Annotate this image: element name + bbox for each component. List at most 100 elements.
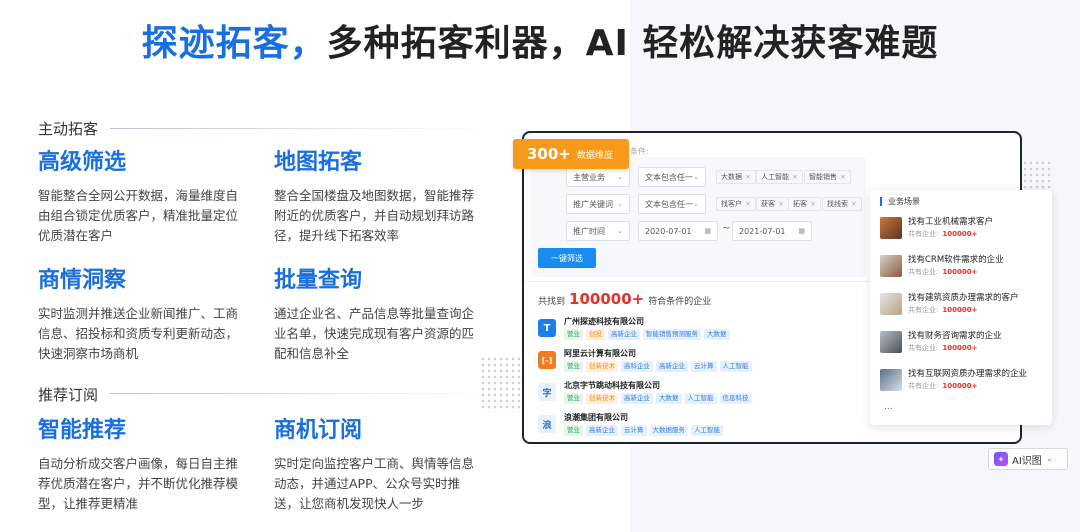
scenario-item-title: 找有工业机械需求客户 [908,217,994,227]
filter-tag[interactable]: 拓客 × [788,197,821,211]
scenario-item-title: 找有建筑资质办理需求的客户 [908,293,1019,303]
filter-tag[interactable]: 找客户 × [716,197,756,211]
company-logo: T [538,319,556,337]
scenario-item-title: 找有CRM软件需求的企业 [908,255,1004,265]
scenario-thumbnail [880,293,902,315]
scenario-item-sub: 共有企业: 100000+ [908,344,978,352]
scenario-item-sub: 共有企业: 100000+ [908,268,978,276]
feature-title: 智能推荐 [38,418,127,443]
filter-tag[interactable]: 智能销售 × [804,170,851,184]
company-tag: 营业 [564,425,583,436]
feature-insight: 商情洞察 实时监测并推送企业新闻推广、工商信息、招投标和资质专利更新动态，快速洞… [38,266,238,364]
feature-title: 批量查询 [274,268,363,293]
filter-tag[interactable]: 人工智能 × [756,170,803,184]
company-name: 广州探迹科技有限公司 [564,317,644,326]
operator-select[interactable]: 文本包含任一 ⌄ [638,194,706,214]
scenario-thumbnail [880,255,902,277]
dots-decoration [480,356,522,412]
company-tag: 营业 [564,329,583,340]
scenario-item[interactable]: 找有建筑资质办理需求的客户 共有企业: 100000+ [880,291,1048,321]
field-select[interactable]: 推广关键词 ⌄ [566,194,630,214]
company-tag: 人工智能 [691,425,723,436]
company-row[interactable]: T 广州探迹科技有限公司 营业 创投 高新企业 智能销售预测服务 大数据 [538,316,868,346]
company-row[interactable]: [-] 阿里云计算有限公司 营业 创新技术 高科企业 高新企业 云计算 人工智能 [538,348,868,378]
section-divider [110,128,490,129]
scenario-item-sub: 共有企业: 100000+ [908,230,978,238]
feature-desc: 智能整合全网公开数据，海量维度自由组合锁定优质客户，精准批量定位优质潜在客户 [38,188,239,243]
company-tag: 云计算 [691,361,717,372]
company-name: 阿里云计算有限公司 [564,349,636,358]
company-tag: 高新企业 [621,393,653,404]
company-tag: 营业 [564,361,583,372]
filter-tag[interactable]: 找线索 × [822,197,862,211]
company-tag: 营业 [564,393,583,404]
feature-batch-query: 批量查询 通过企业名、产品信息等批量查询企业名单，快速完成现有客户资源的匹配和信… [274,266,474,364]
feature-desc: 实时定向监控客户工商、舆情等信息动态，并通过APP、公众号实时推送，让您商机发现… [274,456,475,511]
scenario-more[interactable]: ... [884,402,893,412]
feature-desc: 实时监测并推送企业新闻推广、工商信息、招投标和资质专利更新动态，快速洞察市场商机 [38,306,239,361]
company-tag: 云计算 [621,425,647,436]
scenario-thumbnail [880,369,902,391]
filter-tag[interactable]: 大数据 × [716,170,756,184]
feature-smart-recommend: 智能推荐 自动分析成交客户画像，每日自主推荐优质潜在客户，并不断优化推荐模型，让… [38,416,238,514]
ai-icon: ✦ [994,452,1008,466]
company-tag: 高新企业 [608,329,640,340]
company-tag: 创投 [586,329,605,340]
date-from-input[interactable]: 2020-07-01 ▦ [638,221,718,241]
scenario-item-title: 找有财务咨询需求的企业 [908,331,1002,341]
scenario-item-sub: 共有企业: 100000+ [908,382,978,390]
company-tag: 高新企业 [586,425,618,436]
section-divider [110,393,490,394]
company-tag: 大数据服务 [649,425,688,436]
company-tag: 高新企业 [656,361,688,372]
scenario-title: 业务场景 [880,197,920,206]
section-title-active: 主动拓客 [38,120,99,138]
chevron-down-icon: ⌄ [1045,454,1054,464]
company-row[interactable]: 字 北京字节跳动科技有限公司 营业 创新技术 高新企业 大数据 人工智能 信息科… [538,380,868,410]
scenario-item[interactable]: 找有工业机械需求客户 共有企业: 100000+ [880,215,1048,245]
feature-title: 地图拓客 [274,150,363,175]
company-tag: 创新技术 [586,361,618,372]
field-select[interactable]: 主营业务 ⌄ [566,167,630,187]
feature-map: 地图拓客 整合全国楼盘及地图数据，智能推荐附近的优质客户，并自动规划拜访路径，提… [274,148,474,246]
section-title-recommend: 推荐订阅 [38,386,99,404]
scenario-thumbnail [880,217,902,239]
feature-title: 高级筛选 [38,150,127,175]
feature-subscription: 商机订阅 实时定向监控客户工商、舆情等信息动态，并通过APP、公众号实时推送，让… [274,416,474,514]
operator-select[interactable]: 文本包含任一 ⌄ [638,167,706,187]
company-tag: 人工智能 [719,361,752,372]
filter-tag[interactable]: 获客 × [756,197,789,211]
scenario-thumbnail [880,331,902,353]
company-tag: 智能销售预测服务 [643,329,701,340]
scenario-item[interactable]: 找有互联网资质办理需求的企业 共有企业: 100000+ [880,367,1048,397]
company-logo: 浪 [538,415,556,433]
scenario-item[interactable]: 找有财务咨询需求的企业 共有企业: 100000+ [880,329,1048,359]
ai-button-label: AI识图 [1012,455,1042,467]
company-tag: 大数据 [656,393,682,404]
company-tag: 高科企业 [621,361,653,372]
feature-title: 商机订阅 [274,418,363,443]
result-count: 共找到 100000+ 符合条件的企业 [538,290,712,308]
company-name: 浪潮集团有限公司 [564,413,628,422]
company-logo: 字 [538,383,556,401]
feature-desc: 整合全国楼盘及地图数据，智能推荐附近的优质客户，并自动规划拜访路径，提升线下拓客… [274,188,475,243]
scenario-item-sub: 共有企业: 100000+ [908,306,978,314]
company-logo: [-] [538,351,556,369]
company-name: 北京字节跳动科技有限公司 [564,381,660,390]
date-to-input[interactable]: 2021-07-01 ▦ [732,221,812,241]
company-tag: 创新技术 [586,393,618,404]
business-scenario-panel: 业务场景 找有工业机械需求客户 共有企业: 100000+ 找有CRM软件需求的企… [870,190,1052,425]
ai-image-recognition-button[interactable]: ✦ AI识图 ⌄ [988,448,1068,470]
field-select[interactable]: 推广时间 ⌄ [566,221,630,241]
dots-decoration [1022,160,1052,190]
company-tag: 人工智能 [684,393,717,404]
company-row[interactable]: 浪 浪潮集团有限公司 营业 高新企业 云计算 大数据服务 人工智能 [538,412,868,442]
feature-desc: 通过企业名、产品信息等批量查询企业名单，快速完成现有客户资源的匹配和信息补全 [274,306,475,361]
scenario-item[interactable]: 找有CRM软件需求的企业 共有企业: 100000+ [880,253,1048,283]
feature-title: 商情洞察 [38,268,127,293]
condition-hint: 条件: [630,147,649,156]
page-headline: 探迹拓客，多种拓客利器，AI 轻松解决获客难题 [141,23,939,64]
feature-advanced-filter: 高级筛选 智能整合全网公开数据，海量维度自由组合锁定优质客户，精准批量定位优质潜… [38,148,238,246]
company-tag: 大数据 [704,329,730,340]
one-click-filter-button[interactable]: 一键筛选 [538,248,596,268]
